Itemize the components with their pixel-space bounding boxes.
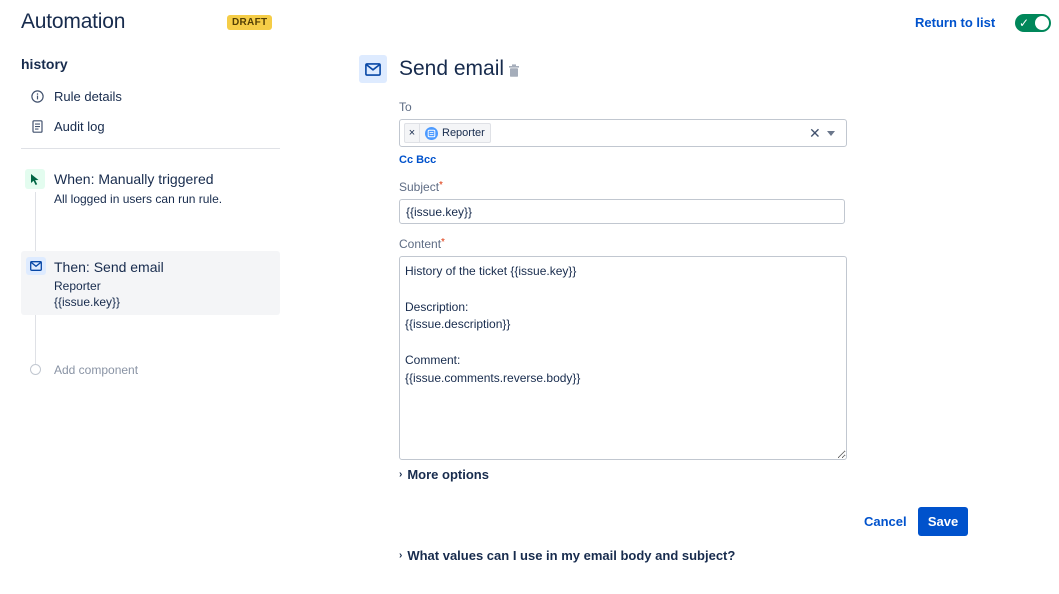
sidebar-item-label: Rule details	[54, 88, 122, 104]
content-label: Content*	[399, 237, 445, 251]
document-icon	[30, 119, 44, 133]
chevron-down-icon[interactable]	[827, 131, 835, 136]
sidebar-item-rule-details[interactable]: Rule details	[30, 86, 122, 106]
action-recipient: Reporter	[54, 279, 101, 293]
action-title: Then: Send email	[54, 259, 164, 275]
clear-icon[interactable]: ✕	[809, 125, 821, 142]
mail-icon	[359, 55, 387, 83]
info-icon	[30, 89, 44, 103]
trigger-title[interactable]: When: Manually triggered	[54, 171, 214, 187]
rule-name: history	[21, 56, 68, 72]
content-textarea[interactable]: History of the ticket {{issue.key}} Desc…	[399, 256, 847, 460]
trigger-subtitle: All logged in users can run rule.	[54, 192, 223, 206]
to-label: To	[399, 100, 412, 114]
add-component-link[interactable]: Add component	[54, 363, 138, 377]
sidebar-item-label: Audit log	[54, 118, 105, 134]
required-marker: *	[439, 180, 443, 191]
cancel-button[interactable]: Cancel	[856, 507, 915, 536]
recipient-chip-label: Reporter	[442, 127, 485, 139]
sidebar-divider	[21, 148, 280, 149]
app-title: Automation	[21, 10, 126, 33]
user-group-icon	[425, 126, 438, 140]
more-options-expander[interactable]: › More options	[399, 467, 489, 482]
chevron-right-icon: ›	[399, 550, 403, 561]
content-label-text: Content	[399, 237, 442, 251]
sidebar-item-audit-log[interactable]: Audit log	[30, 116, 105, 136]
chevron-right-icon: ›	[399, 469, 403, 480]
cc-bcc-link[interactable]: Cc Bcc	[399, 154, 436, 166]
required-marker: *	[441, 237, 445, 248]
check-icon: ✓	[1019, 16, 1030, 30]
rule-enabled-toggle[interactable]: ✓	[1015, 14, 1051, 32]
toggle-knob	[1035, 16, 1049, 30]
cursor-icon	[25, 169, 45, 189]
more-options-label: More options	[407, 467, 489, 482]
trash-icon[interactable]	[508, 64, 520, 78]
help-expander-label: What values can I use in my email body a…	[407, 548, 736, 563]
remove-recipient-icon[interactable]: ×	[405, 124, 420, 142]
subject-input[interactable]	[399, 199, 845, 224]
return-to-list-link[interactable]: Return to list	[915, 15, 995, 30]
subject-label-text: Subject	[399, 180, 440, 194]
status-badge: DRAFT	[227, 15, 273, 30]
action-subject: {{issue.key}}	[54, 295, 121, 309]
recipient-chip: × Reporter	[404, 123, 491, 143]
page-title: Send email	[399, 57, 505, 80]
subject-label: Subject*	[399, 180, 443, 194]
mail-icon	[26, 257, 46, 275]
save-button[interactable]: Save	[918, 507, 968, 536]
add-component-dot	[30, 364, 41, 375]
help-expander[interactable]: › What values can I use in my email body…	[399, 548, 735, 563]
